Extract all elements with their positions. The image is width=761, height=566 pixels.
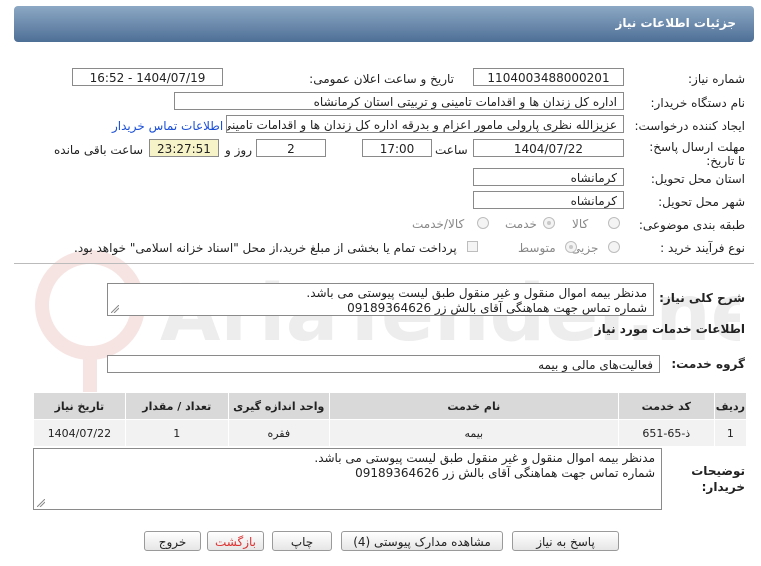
page-header: جزئیات اطلاعات نیاز: [14, 6, 754, 42]
province-field: کرمانشاه: [473, 168, 624, 186]
col-need-date: تاریخ نیاز: [33, 392, 126, 420]
services-section-title: اطلاعات خدمات مورد نیاز: [594, 322, 745, 336]
print-button[interactable]: چاپ: [272, 531, 332, 551]
deadline-time-field: 17:00: [362, 139, 432, 157]
category-radio-goods-service[interactable]: [477, 217, 489, 229]
process-type-label: نوع فرآیند خرید :: [660, 241, 745, 255]
col-service-name: نام خدمت: [328, 392, 619, 420]
summary-line-2: شماره تماس جهت هماهنگی آقای بالش زر 0918…: [347, 301, 647, 315]
process-radio-minor[interactable]: [608, 241, 620, 253]
announce-date-field: 1404/07/19 - 16:52: [72, 68, 223, 86]
reply-button[interactable]: پاسخ به نیاز: [512, 531, 619, 551]
cell-row: 1: [713, 419, 748, 447]
summary-line-1: مدنظر بیمه اموال منقول و غیر منقول طبق ل…: [306, 286, 647, 300]
services-table: ردیف کد خدمت نام خدمت واحد اندازه گیری ت…: [33, 392, 748, 447]
process-option-medium: متوسط: [518, 241, 556, 255]
category-option-goods-service: کالا/خدمت: [412, 217, 465, 231]
city-label: شهر محل تحویل:: [658, 195, 745, 209]
buyer-notes-line-2: شماره تماس جهت هماهنگی آقای بالش زر 0918…: [355, 466, 655, 480]
treasury-payment-checkbox[interactable]: [467, 241, 478, 252]
category-option-goods: کالا: [572, 217, 589, 231]
services-table-header: ردیف کد خدمت نام خدمت واحد اندازه گیری ت…: [33, 392, 748, 420]
back-button[interactable]: بازگشت: [207, 531, 264, 551]
need-number-field: 1104003488000201: [473, 68, 624, 86]
category-label: طبقه بندی موضوعی:: [638, 218, 745, 232]
remaining-time-label: ساعت باقی مانده: [54, 143, 144, 157]
summary-textarea[interactable]: مدنظر بیمه اموال منقول و غیر منقول طبق ل…: [107, 283, 654, 316]
buyer-contact-link[interactable]: اطلاعات تماس خریدار: [112, 119, 223, 133]
service-group-field: فعالیت‌های مالی و بیمه: [107, 355, 660, 373]
cell-service-code: ذ-65-651: [617, 419, 715, 447]
resize-handle-icon[interactable]: [37, 499, 45, 507]
process-radio-medium[interactable]: [565, 241, 577, 253]
days-field: 2: [256, 139, 326, 157]
buyer-notes-label: توضیحات خریدار:: [691, 464, 745, 494]
section-divider: [14, 263, 754, 264]
table-row: 1 ذ-65-651 بیمه فقره 1 1404/07/22: [33, 419, 748, 447]
exit-button[interactable]: خروج: [144, 531, 201, 551]
deadline-time-label: ساعت: [435, 143, 468, 157]
cell-unit: فقره: [227, 419, 330, 447]
creator-field: عزیزالله نظری پارولی مامور اعزام و بدرقه…: [226, 115, 624, 133]
service-group-label: گروه خدمت:: [671, 357, 745, 371]
summary-label: شرح کلی نیاز:: [659, 291, 745, 305]
city-field: کرمانشاه: [473, 191, 624, 209]
cell-service-name: بیمه: [328, 419, 619, 447]
announce-date-label: تاریخ و ساعت اعلان عمومی:: [309, 72, 454, 86]
resize-handle-icon[interactable]: [111, 305, 119, 313]
col-unit: واحد اندازه گیری: [227, 392, 330, 420]
days-label: روز و: [225, 143, 252, 157]
buyer-name-field: اداره کل زندان ها و اقدامات تامینی و ترب…: [174, 92, 624, 110]
province-label: استان محل تحویل:: [650, 172, 745, 186]
col-quantity: تعداد / مقدار: [124, 392, 229, 420]
page-title: جزئیات اطلاعات نیاز: [615, 16, 736, 30]
cell-need-date: 1404/07/22: [33, 419, 126, 447]
category-option-service: خدمت: [505, 217, 537, 231]
deadline-date-field: 1404/07/22: [473, 139, 624, 157]
col-service-code: کد خدمت: [617, 392, 715, 420]
treasury-payment-note: پرداخت تمام یا بخشی از مبلغ خرید،از محل …: [74, 241, 457, 255]
cell-quantity: 1: [124, 419, 229, 447]
buyer-notes-line-1: مدنظر بیمه اموال منقول و غیر منقول طبق ل…: [314, 451, 655, 465]
deadline-label: مهلت ارسال پاسخ: تا تاریخ:: [649, 140, 745, 168]
buyer-name-label: نام دستگاه خریدار:: [650, 96, 746, 110]
view-documents-button[interactable]: مشاهده مدارک پیوستی (4): [341, 531, 503, 551]
buyer-notes-textarea[interactable]: مدنظر بیمه اموال منقول و غیر منقول طبق ل…: [33, 448, 662, 510]
category-radio-goods[interactable]: [608, 217, 620, 229]
remaining-time-field: 23:27:51: [149, 139, 219, 157]
category-radio-service[interactable]: [543, 217, 555, 229]
col-row: ردیف: [713, 392, 748, 420]
need-number-label: شماره نیاز:: [688, 72, 745, 86]
creator-label: ایجاد کننده درخواست:: [634, 119, 745, 133]
